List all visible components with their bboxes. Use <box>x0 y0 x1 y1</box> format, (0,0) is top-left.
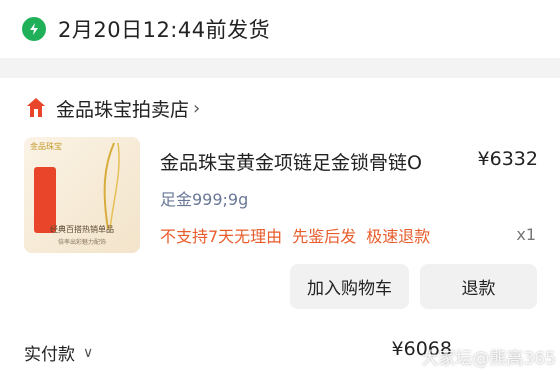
store-name: 金品珠宝拍卖店 <box>56 98 190 121</box>
shipping-deadline-text: 2月20日12:44前发货 <box>58 18 271 42</box>
product-thumbnail[interactable]: 金品珠宝 经典百搭热销单品 倍率出彩魅力配饰 <box>24 137 140 253</box>
payment-label: 实付款 <box>24 345 75 365</box>
lightning-clock-icon <box>22 17 46 41</box>
product-title[interactable]: 金品珠宝黄金项链足金锁骨链O <box>160 148 422 175</box>
store-link[interactable]: 金品珠宝拍卖店 › <box>24 94 200 122</box>
add-to-cart-button[interactable]: 加入购物车 <box>290 264 409 309</box>
policy-no-7day-return: 不支持7天无理由 <box>160 227 283 246</box>
quantity: x1 <box>516 225 536 244</box>
watermark-text: 大家坛@熊高365 <box>421 349 556 369</box>
policy-inspect-before-ship: 先鉴后发 <box>292 227 357 246</box>
product-spec: 足金999;9g <box>160 190 249 209</box>
product-price: ¥6332 <box>477 148 538 170</box>
chevron-right-icon: › <box>193 97 201 119</box>
policy-fast-refund: 极速退款 <box>366 227 431 246</box>
store-logo-icon <box>24 96 48 120</box>
thumbnail-caption: 经典百搭热销单品 <box>50 225 114 234</box>
chevron-down-icon: ∨ <box>83 344 94 361</box>
refund-button[interactable]: 退款 <box>420 264 537 309</box>
thumbnail-subcaption: 倍率出彩魅力配饰 <box>57 239 106 246</box>
thumbnail-brand: 金品珠宝 <box>30 142 62 151</box>
gold-chain-image <box>103 142 120 230</box>
shipping-banner: 2月20日12:44前发货 <box>0 0 560 58</box>
payment-toggle[interactable]: 实付款 ∨ <box>24 340 94 366</box>
order-card: 金品珠宝拍卖店 › 金品珠宝 经典百搭热销单品 倍率出彩魅力配饰 金品珠宝黄金项… <box>0 78 560 379</box>
policy-tags: 不支持7天无理由 先鉴后发 极速退款 <box>160 223 430 247</box>
